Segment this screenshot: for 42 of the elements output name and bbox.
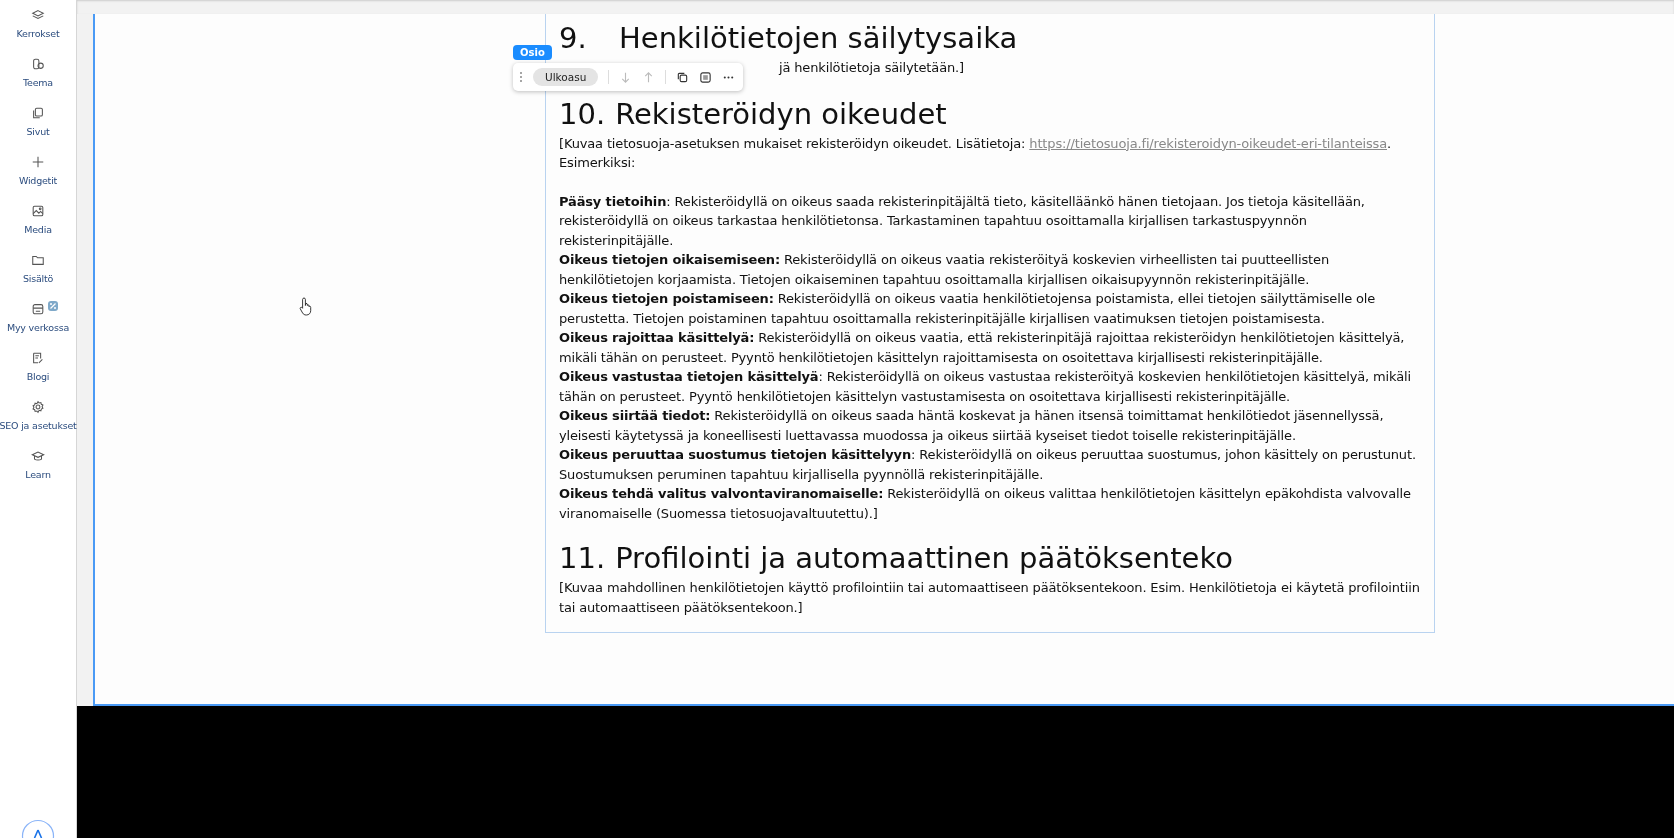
plus-icon [31,155,45,169]
page-section[interactable] [93,14,1674,706]
drag-handle-icon[interactable] [519,71,523,83]
help-button-icon[interactable] [20,818,56,838]
paragraph: [Kuvaa tietosuoja-asetuksen mukaiset rekisteröidyn oikeudet. Lisätietoja: https://tietosuoja.fi/rekisteroidyn-oikeudet-eri-tilanteissa. Esimerkiksi: [559,134,1392,172]
paragraph: Oikeus siirtää tiedot: Rekisteröidyllä on oikeus saada häntä koskevat ja hänen itsensä toimittamat henkilötiedot jäsennellyssä, yleisesti käytetyssä ja koneellisesti luettavassa muodossa ja oikeus siirtää kyseiset tiedot toiselle rekisterinpitäjälle. [559,407,1385,445]
paragraph: Oikeus rajoittaa käsittelyä: Rekisteröidyllä on oikeus vaatia, että rekisterinpitäjä rajoittaa rekisteröidyn henkilötietojen käsittelyä, mikäli tähän on perusteet. Pyyntö henkilötietojen käsittelyn rajoittamisesta on osoitettava kirjallisesti rekisterinpitäjälle. [559,329,1406,367]
section-heading: 11. Profilointi ja automaattinen päätöksenteko [559,540,1234,577]
theme-icon [31,57,45,71]
blog-icon [31,351,45,365]
sidebar-item[interactable]: SEO ja asetukset [0,398,76,447]
sidebar-item[interactable]: Blogi [0,349,76,398]
gear-icon [31,400,45,414]
section-label: Osio [513,45,552,60]
paragraph: Oikeus tehdä valitus valvontaviranomaiselle: Rekisteröidyllä on oikeus valittaa henkilötietojen käsittelyn epäkohdista valvovalle viranomaiselle (Suomessa tietosuojavaltuutettu).] [559,485,1412,523]
paragraph: jä henkilötietoja säilytetään.] [779,59,964,77]
sidebar-item[interactable]: Kerrokset [0,6,76,55]
section-heading: 9. Henkilötietojen säilytysaika [559,20,1019,57]
sidebar-item[interactable]: Sivut [0,104,76,153]
store-icon [31,302,45,316]
pages-icon [31,106,45,120]
paragraph: [Kuvaa mahdollinen henkilötietojen käyttö profilointiin tai automaattiseen päätöksentekoon. Esim. Henkilötietoja ei käytetä profilointiin tai automaattiseen päätöksentekoon.] [559,579,1421,617]
sidebar-item[interactable]: Widgetit [0,153,76,202]
frame-icon[interactable] [699,70,713,84]
section-heading: 10. Rekisteröidyn oikeudet [559,95,948,133]
sidebar-item[interactable]: Sisältö [0,251,76,300]
paragraph: Oikeus peruuttaa suostumus tietojen käsittelyyn: Rekisteröidyllä on oikeus peruuttaa suostumus, johon käsittely on perustunut. Suostumuksen peruminen tapahtuu kirjallisella pyynnöllä rekisterinpitäjälle. [559,446,1417,484]
image-icon [31,204,45,218]
sidebar-item[interactable]: Teema [0,55,76,104]
link[interactable]: https://tietosuoja.fi/rekisteroidyn-oikeudet-eri-tilanteissa [1029,135,1387,151]
paragraph: Pääsy tietoihin: Rekisteröidyllä on oikeus saada rekisterinpitäjältä tieto, käsitelläänkö hänen tietojaan. Jos tietoja käsitellään, rekisteröidyllä on oikeus tarkastaa henkilötietonsa. Tarkastaminen tapahtuu osoittamalla kirjallisen tarkastuspyynnön rekisterinpitäjälle. [559,192,1366,250]
paragraph: Oikeus tietojen oikaisemiseen: Rekisteröidyllä on oikeus vaatia rekisteröityä koskevien virheellisten tai puutteellisten henkilötietojen korjaamista. Tietojen oikaiseminen tapahtuu osoittamalla kirjallisen oikaisupyynnön rekisterinpitäjälle. [559,251,1330,289]
layout-button[interactable]: Ulkoasu [533,68,599,86]
sidebar-item[interactable]: Myy verkossa [0,300,76,349]
paragraph: Oikeus tietojen poistamiseen: Rekisteröidyllä on oikeus vaatia henkilötietojensa poistamista, ellei tietojen säilyttämiselle ole perustetta. Tietojen poistaminen tapahtuu osoittamalla rekisterinpitäjälle kirjallisen vaatimuksen tietojen poistamisesta. [559,290,1377,328]
cap-icon [31,449,45,463]
folder-icon [31,253,45,267]
sidebar-item[interactable]: Learn [0,447,76,496]
layers-icon [31,8,45,22]
duplicate-icon[interactable] [676,70,690,84]
paragraph: Oikeus vastustaa tietojen käsittelyä: Rekisteröidyllä on oikeus vastustaa rekisteröityä koskevien henkilötietojen käsittelyä, mikäli tähän on perusteet. Pyyntö henkilötietojen käsittelyn vastustamisesta on osoitettava kirjallisesti rekisterinpitäjälle. [559,368,1412,406]
sidebar-item[interactable]: Media [0,202,76,251]
